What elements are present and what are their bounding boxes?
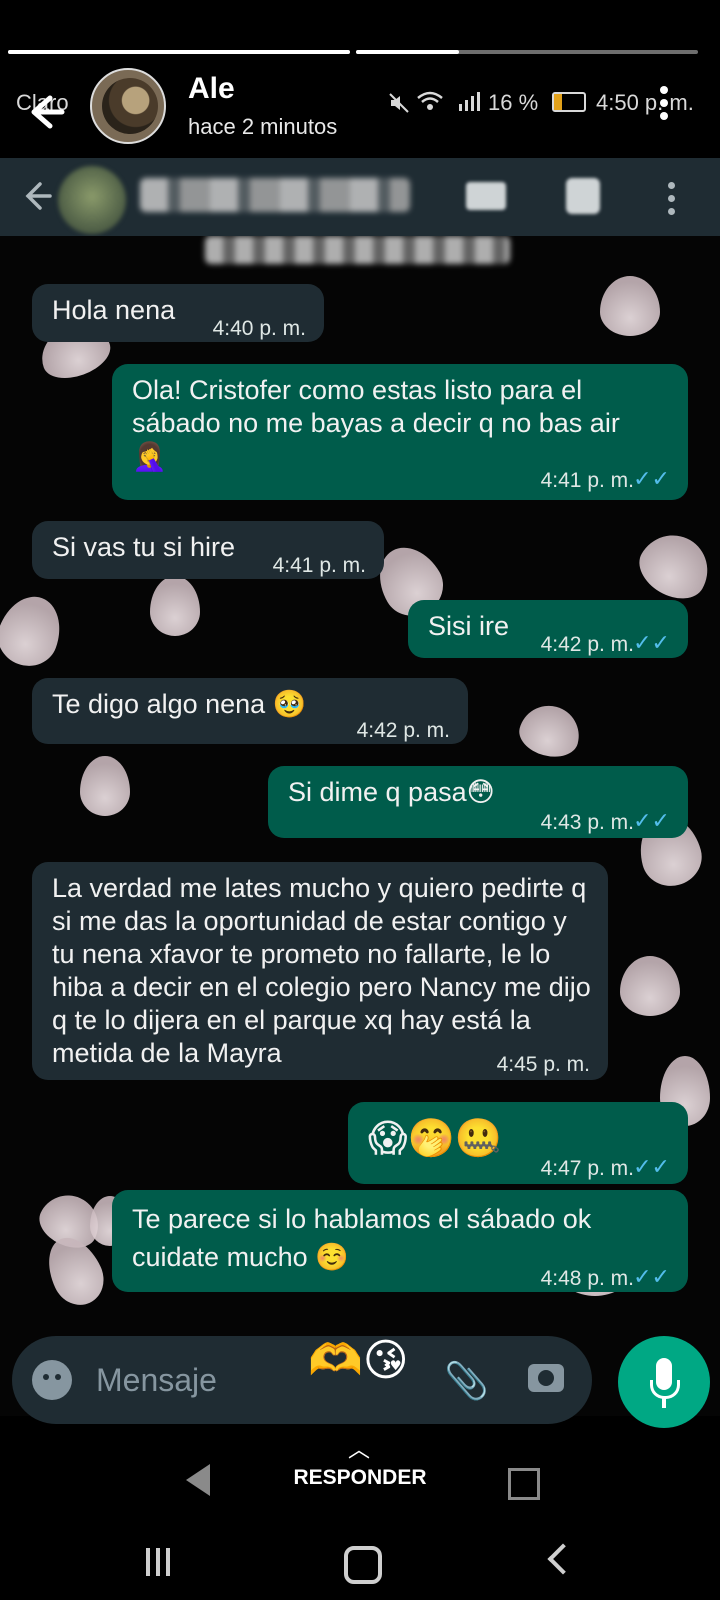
message-text: Si vas tu si hire [52, 532, 236, 562]
message-text: La verdad me lates mucho y quiero pedirt… [52, 873, 591, 1068]
story-header: Claro Ale hace 2 minutos 16 % 4:50 p. m. [0, 60, 720, 158]
message-text: 😱🤭🤐 [368, 1118, 503, 1160]
story-progress-2 [356, 50, 698, 54]
chat-menu-icon[interactable] [668, 182, 675, 221]
message-time: 4:40 p. m. [212, 317, 306, 340]
read-ticks-icon: ✓✓ [633, 1154, 670, 1179]
attach-icon[interactable]: 📎 [444, 1360, 489, 1402]
message-time: 4:43 p. m. [540, 811, 634, 834]
status-clock: 4:50 p. m. [596, 90, 694, 115]
date-chip-redacted [205, 236, 510, 264]
mic-stand [650, 1380, 680, 1399]
message-outgoing[interactable]: Sisi ire 4:42 p. m. ✓✓ [408, 600, 688, 658]
signal-icon [459, 92, 480, 111]
quick-reactions[interactable]: 🫶😘 [308, 1334, 409, 1386]
nav-back-icon[interactable] [547, 1543, 579, 1575]
message-text: Ola! Cristofer como estas listo para el … [132, 375, 620, 438]
system-navigation-bar [0, 1540, 720, 1600]
video-call-icon[interactable] [466, 182, 506, 210]
read-ticks-icon: ✓✓ [633, 808, 670, 833]
battery-icon [552, 92, 586, 112]
message-time: 4:42 p. m. [356, 719, 450, 742]
message-time: 4:48 p. m. [540, 1267, 634, 1290]
nav-home-icon[interactable] [344, 1546, 382, 1584]
wifi-icon [417, 91, 443, 110]
read-ticks-icon: ✓✓ [633, 466, 670, 491]
mic-leg [662, 1398, 666, 1408]
message-text: Si dime q pasa😳 [288, 777, 495, 807]
nav-recents-icon[interactable] [146, 1548, 176, 1576]
story-name: Ale [188, 72, 235, 105]
message-time: 4:42 p. m. [540, 633, 634, 656]
message-outgoing[interactable]: Ola! Cristofer como estas listo para el … [112, 364, 688, 500]
chat-header [0, 158, 720, 236]
message-incoming[interactable]: Hola nena 4:40 p. m. [32, 284, 324, 342]
emoji-icon[interactable] [32, 1360, 72, 1400]
message-incoming[interactable]: Si vas tu si hire 4:41 p. m. [32, 521, 384, 579]
chevron-up-icon[interactable]: ︿ [348, 1432, 370, 1464]
contact-name-redacted [140, 178, 410, 212]
message-incoming[interactable]: La verdad me lates mucho y quiero pedirt… [32, 862, 608, 1080]
message-text: Sisi ire [428, 611, 510, 641]
read-ticks-icon: ✓✓ [633, 630, 670, 655]
message-text: Hola nena [52, 295, 176, 325]
message-outgoing[interactable]: Si dime q pasa😳 4:43 p. m. ✓✓ [268, 766, 688, 838]
message-time: 4:41 p. m. [272, 554, 366, 577]
message-time: 4:45 p. m. [496, 1053, 590, 1076]
story-progress-1 [8, 50, 350, 54]
reply-button[interactable]: RESPONDER [0, 1466, 720, 1490]
message-incoming[interactable]: Te digo algo nena 🥹 4:42 p. m. [32, 678, 468, 744]
battery-percent: 16 % [488, 90, 539, 115]
message-time: 4:41 p. m. [540, 469, 634, 492]
more-vert-icon[interactable] [660, 86, 670, 126]
camera-icon[interactable] [528, 1364, 564, 1392]
mute-icon [389, 93, 409, 113]
chat-area[interactable]: Hola nena 4:40 p. m. Ola! Cristofer como… [0, 236, 720, 1416]
back-arrow-icon[interactable] [20, 88, 68, 136]
message-input[interactable]: Mensaje [96, 1362, 217, 1399]
contact-avatar[interactable] [58, 166, 126, 234]
message-outgoing[interactable]: 😱🤭🤐 4:47 p. m. ✓✓ [348, 1102, 688, 1184]
message-emoji: 🤦‍♀️ [132, 441, 167, 472]
chat-back-icon[interactable] [18, 178, 54, 214]
story-time: hace 2 minutos [188, 114, 338, 139]
message-outgoing[interactable]: Te parece si lo hablamos el sábado ok cu… [112, 1190, 688, 1292]
message-text: Te digo algo nena 🥹 [52, 689, 307, 719]
message-input-bar[interactable]: Mensaje 📎 [12, 1336, 592, 1424]
mic-button[interactable] [618, 1336, 710, 1428]
message-time: 4:47 p. m. [540, 1157, 634, 1180]
voice-call-icon[interactable] [566, 178, 600, 214]
read-ticks-icon: ✓✓ [633, 1264, 670, 1289]
avatar[interactable] [90, 68, 166, 144]
